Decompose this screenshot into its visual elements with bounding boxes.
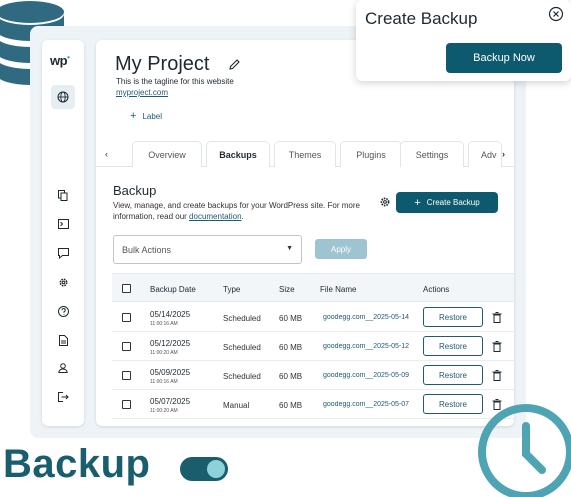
file-name-link[interactable]: goodegg.com__2025-05-12 (323, 343, 417, 350)
trash-icon[interactable] (492, 341, 502, 352)
documentation-link[interactable]: documentation (189, 212, 241, 221)
backup-size: 60 MB (279, 343, 303, 352)
popup-title: Create Backup (365, 9, 478, 28)
logout-icon[interactable] (55, 389, 71, 405)
add-label-button[interactable]: + Label (130, 110, 162, 122)
row-checkbox[interactable] (122, 342, 131, 351)
gear-icon[interactable] (55, 274, 71, 290)
bulk-actions-select[interactable]: Bulk Actions ▼ (113, 235, 302, 264)
restore-button[interactable]: Restore (423, 336, 483, 356)
toggle-knob (207, 460, 225, 478)
section-title: Backup (113, 183, 157, 198)
tab-advanced[interactable]: Adv (468, 141, 502, 167)
backup-date: 05/09/2025 (150, 368, 191, 377)
row-checkbox[interactable] (122, 371, 131, 380)
backup-time: 11:00:20 AM (150, 350, 178, 356)
table-row: 05/07/2025 11:00:20 AM Manual 60 MB goode… (112, 390, 514, 419)
section-description: View, manage, and create backups for you… (113, 201, 360, 221)
backup-date: 05/12/2025 (150, 339, 191, 348)
globe-icon[interactable] (51, 85, 75, 109)
user-icon[interactable] (55, 360, 71, 376)
tab-overview[interactable]: Overview (132, 141, 202, 167)
table-row: 05/09/2025 11:00:16 AM Scheduled 60 MB go… (112, 361, 514, 390)
wp-logo: wp• (50, 53, 70, 68)
plus-icon: + (130, 110, 137, 122)
backup-toggle[interactable] (180, 457, 228, 481)
table-row: 05/14/2025 11:00:16 AM Scheduled 60 MB go… (112, 303, 514, 332)
backup-date: 05/07/2025 (150, 397, 191, 406)
backup-time: 11:00:16 AM (150, 321, 178, 327)
backup-heading: Backup (3, 442, 151, 486)
document-icon[interactable] (55, 332, 71, 348)
chat-icon[interactable] (55, 245, 71, 261)
file-name-link[interactable]: goodegg.com__2025-05-14 (323, 314, 417, 321)
backup-size: 60 MB (279, 372, 303, 381)
terminal-icon[interactable] (55, 216, 71, 232)
backup-size: 60 MB (279, 314, 303, 323)
tab-settings[interactable]: Settings (400, 141, 464, 167)
restore-button[interactable]: Restore (423, 307, 483, 327)
backup-date: 05/14/2025 (150, 310, 191, 319)
domain-link[interactable]: myproject.com (116, 88, 168, 97)
sidebar: wp• (42, 40, 84, 426)
file-name-link[interactable]: goodegg.com__2025-05-07 (323, 401, 417, 408)
column-header: File Name (320, 285, 357, 294)
help-icon[interactable] (55, 303, 71, 319)
backup-now-button[interactable]: Backup Now (446, 43, 562, 73)
select-all-checkbox[interactable] (122, 284, 131, 293)
backup-type: Scheduled (223, 314, 261, 323)
copy-icon[interactable] (55, 187, 71, 203)
pencil-icon[interactable] (228, 58, 241, 71)
clock-icon (478, 404, 571, 497)
row-checkbox[interactable] (122, 400, 131, 409)
backup-type: Manual (223, 401, 250, 410)
tab-backups[interactable]: Backups (206, 141, 270, 167)
backup-type: Scheduled (223, 343, 261, 352)
page-title: My Project (115, 53, 210, 75)
main-panel: My Project This is the tagline for this … (96, 40, 514, 426)
row-checkbox[interactable] (122, 313, 131, 322)
chevron-left-icon[interactable]: ‹ (105, 149, 108, 159)
apply-button[interactable]: Apply (315, 239, 367, 259)
table-row: 05/12/2025 11:00:20 AM Scheduled 60 MB go… (112, 332, 514, 361)
tab-plugins[interactable]: Plugins (340, 141, 402, 167)
plus-icon: + (414, 196, 421, 209)
file-name-link[interactable]: goodegg.com__2025-05-09 (323, 372, 417, 379)
column-header: Type (223, 285, 241, 294)
backup-size: 60 MB (279, 401, 303, 410)
create-backup-popup: Create Backup Backup Now (356, 0, 571, 81)
trash-icon[interactable] (492, 312, 502, 323)
column-header: Size (279, 285, 295, 294)
create-backup-button[interactable]: + Create Backup (396, 192, 498, 213)
tagline: This is the tagline for this website (116, 77, 234, 86)
settings-gear-icon[interactable] (379, 196, 391, 208)
column-header: Actions (423, 285, 450, 294)
tab-themes[interactable]: Themes (274, 141, 336, 167)
caret-down-icon: ▼ (286, 245, 293, 252)
tab-bar: ‹ Overview Backups Themes Plugins Settin… (96, 141, 514, 167)
backup-time: 11:00:16 AM (150, 379, 178, 385)
column-header: Backup Date (150, 285, 196, 294)
restore-button[interactable]: Restore (423, 365, 483, 385)
restore-button[interactable]: Restore (423, 394, 483, 414)
backup-time: 11:00:20 AM (150, 408, 178, 414)
close-icon[interactable] (548, 6, 564, 22)
backup-type: Scheduled (223, 372, 261, 381)
chevron-right-icon[interactable]: › (502, 149, 505, 159)
table-header: Backup Date Type Size File Name Actions (112, 273, 514, 302)
trash-icon[interactable] (492, 370, 502, 381)
